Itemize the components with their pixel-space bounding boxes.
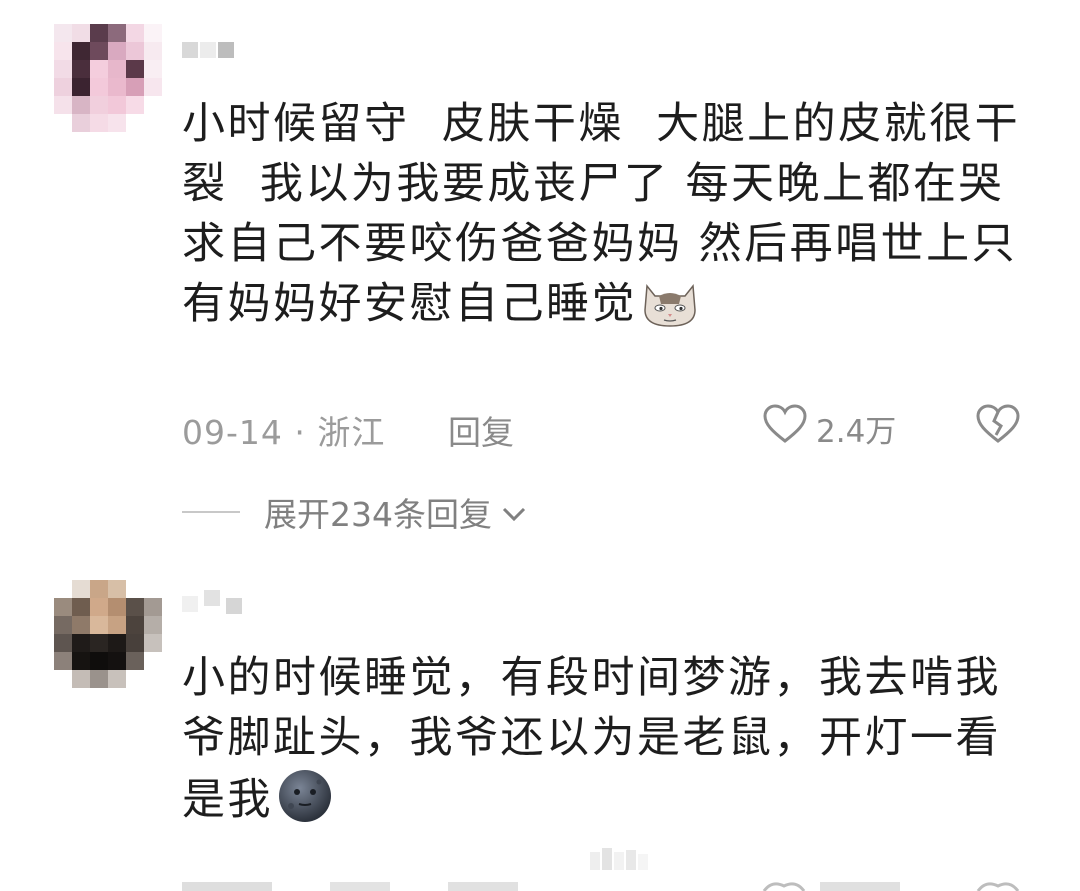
like-count: 2.4万	[816, 413, 897, 450]
expand-replies-label: 展开234条回复	[264, 495, 492, 534]
avatar[interactable]	[54, 24, 162, 132]
cat-face-emoji	[641, 280, 699, 344]
comment-meta: 09-14 · 浙江	[182, 406, 385, 454]
chevron-down-icon	[500, 493, 528, 532]
like-button[interactable]: 2.4万	[762, 403, 896, 453]
dark-moon-emoji	[277, 768, 333, 840]
comment-text: 小的时候睡觉，有段时间梦游，我去啃我爷脚趾头，我爷还以为是老鼠，开灯一看是我	[182, 648, 1032, 840]
reply-button[interactable]: 回复	[448, 406, 514, 454]
dislike-button[interactable]	[974, 403, 1022, 449]
heart-icon	[762, 403, 808, 453]
avatar[interactable]	[54, 580, 162, 688]
comment-location: 浙江	[317, 413, 386, 452]
divider	[182, 511, 240, 513]
watermark-blur	[590, 846, 650, 876]
comment-text: 小时候留守 皮肤干燥 大腿上的皮就很干裂 我以为我要成丧尸了 每天晚上都在哭求自…	[182, 94, 1032, 344]
comment-date: 09-14	[182, 413, 283, 452]
meta-separator: ·	[282, 413, 318, 452]
broken-heart-icon	[974, 404, 1022, 449]
next-meta-row-partial	[0, 876, 1080, 891]
expand-replies-button[interactable]: 展开234条回复	[182, 488, 528, 536]
